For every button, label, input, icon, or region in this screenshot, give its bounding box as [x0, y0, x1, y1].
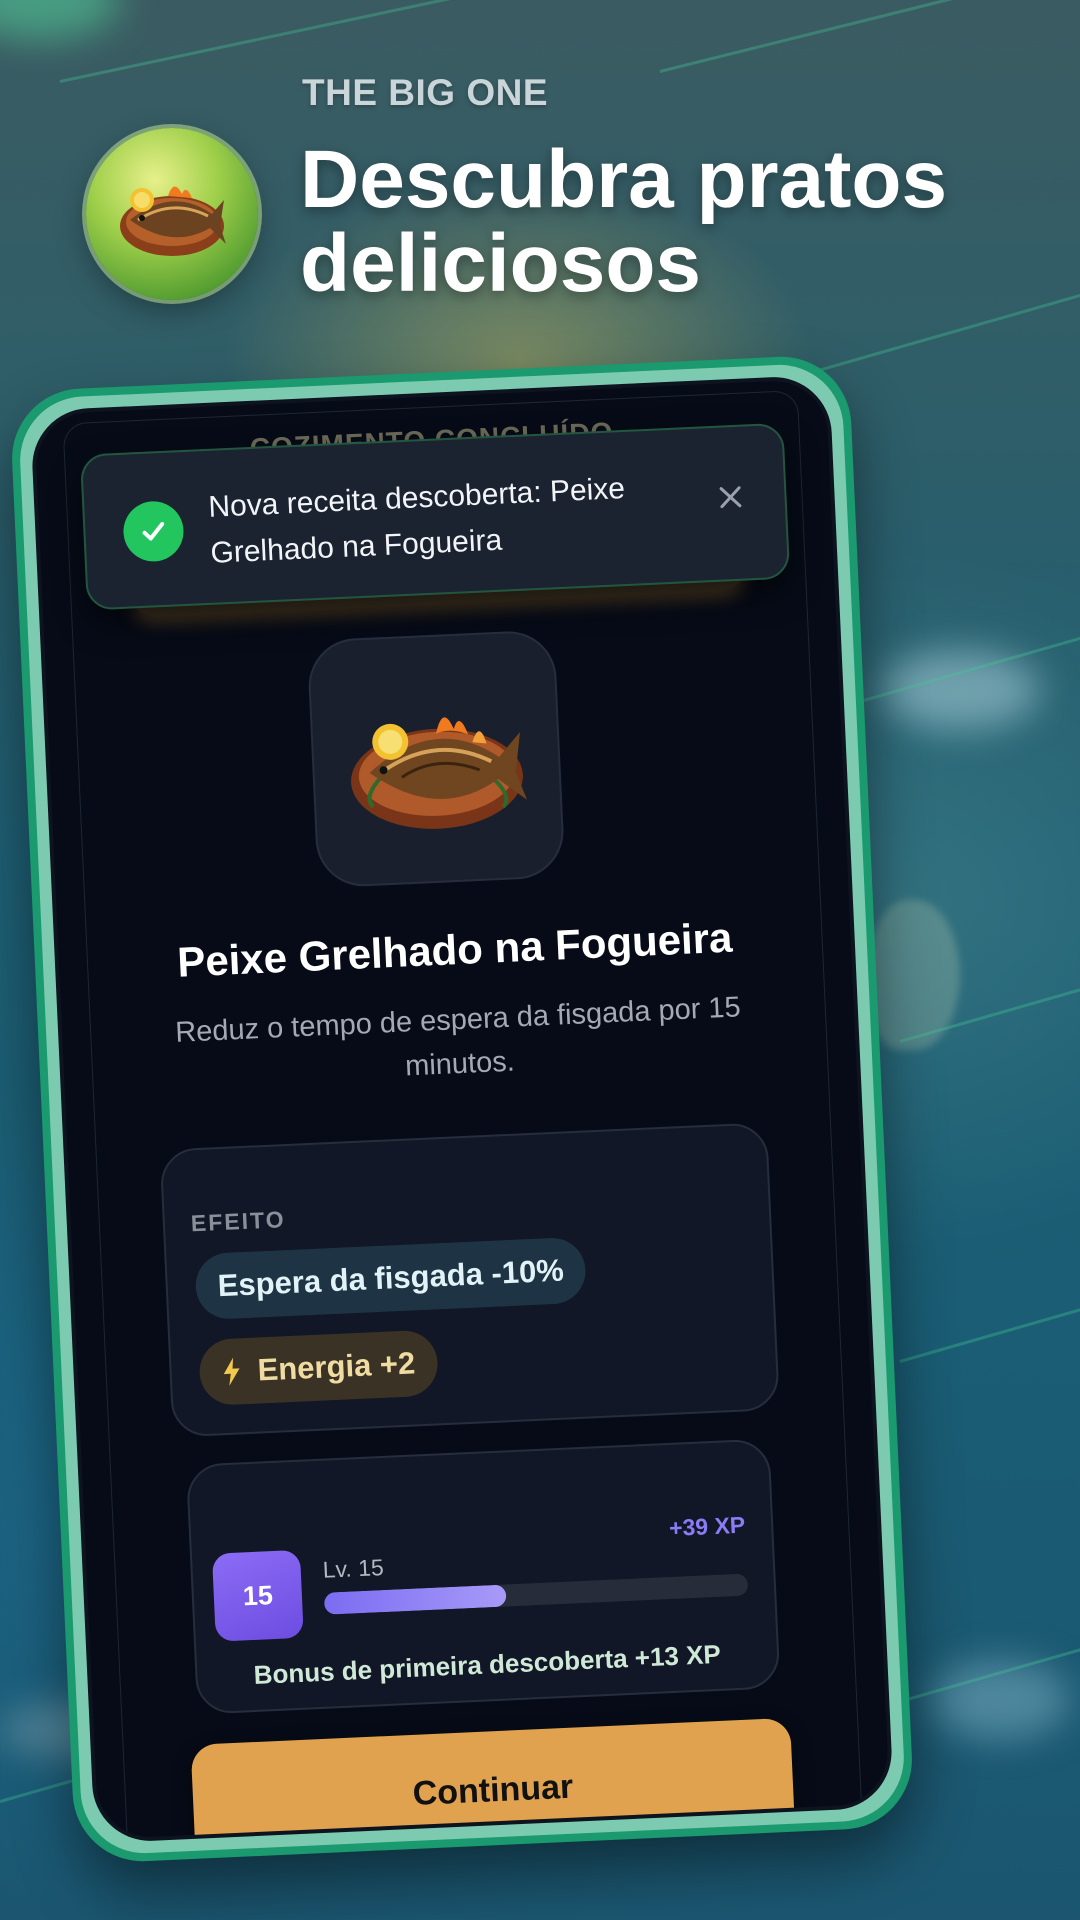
- grilled-fish-icon: [351, 717, 528, 829]
- bolt-icon: [221, 1356, 242, 1387]
- check-icon: [122, 500, 185, 563]
- level-badge: 15: [211, 1549, 304, 1642]
- phone-screen: COZIMENTO CONCLUÍDO Nova receita descobe…: [29, 374, 895, 1844]
- xp-progress-track: [323, 1573, 749, 1615]
- app-icon: [86, 128, 258, 300]
- background-glow: [0, 0, 120, 40]
- effect-card: EFEITO Espera da fisgada -10% Energia +2: [159, 1122, 780, 1438]
- xp-progress-fill: [323, 1584, 507, 1615]
- background-streak: [899, 1304, 1080, 1363]
- effect-pill-text: Energia +2: [256, 1345, 416, 1388]
- dish-image-tile: [306, 629, 566, 889]
- page-headline: Descubra pratos deliciosos: [300, 134, 948, 309]
- background-streak: [59, 0, 667, 83]
- xp-gain: +39 XP: [668, 1511, 746, 1542]
- effect-pill-bite-wait: Espera da fisgada -10%: [194, 1236, 588, 1321]
- brand-eyebrow: THE BIG ONE: [302, 72, 549, 113]
- close-icon[interactable]: [710, 476, 752, 518]
- level-label: Lv. 15: [322, 1554, 385, 1583]
- background-streak: [659, 0, 1068, 73]
- phone-mockup: COZIMENTO CONCLUÍDO Nova receita descobe…: [8, 353, 916, 1865]
- recipe-discovered-toast: Nova receita descoberta: Peixe Grelhado …: [79, 422, 791, 611]
- grilled-fish-icon: [120, 186, 226, 256]
- effect-label: EFEITO: [190, 1206, 287, 1237]
- xp-card: 15 Lv. 15 +39 XP Bonus de primeira desco…: [185, 1438, 781, 1715]
- effect-pill-energy: Energia +2: [198, 1329, 439, 1407]
- toast-message: Nova receita descoberta: Peixe Grelhado …: [207, 471, 626, 570]
- first-discovery-bonus: Bonus de primeira descoberta +13 XP: [253, 1638, 722, 1691]
- effect-pill-text: Espera da fisgada -10%: [216, 1252, 565, 1304]
